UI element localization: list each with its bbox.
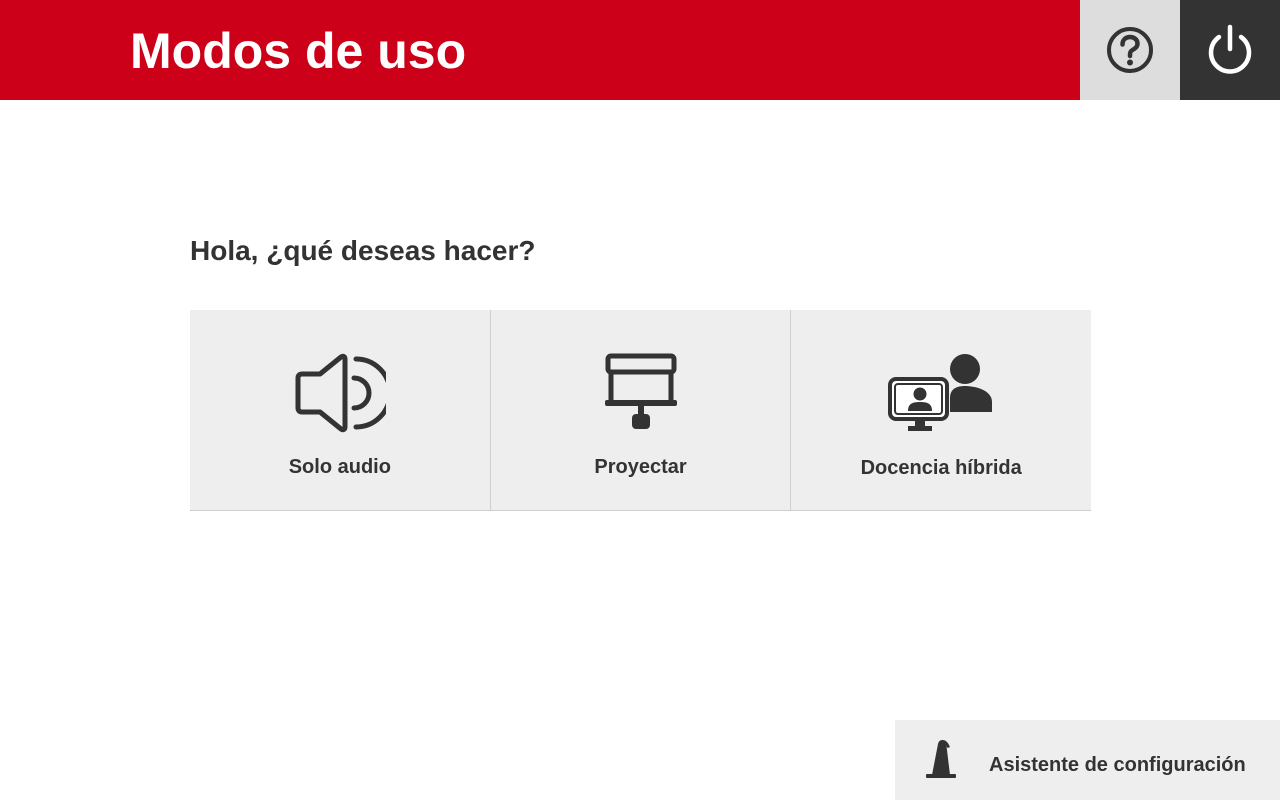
power-icon [1208, 24, 1252, 74]
question-circle-icon [1107, 27, 1153, 73]
wizard-hat-icon [926, 740, 956, 778]
page-title: Modos de uso [130, 23, 467, 79]
speaker-icon [295, 353, 386, 433]
hybrid-teaching-icon [888, 354, 993, 431]
mode-label-solo-audio: Solo audio [288, 456, 391, 478]
mode-label-proyectar: Proyectar [594, 456, 687, 478]
projector-screen-icon [604, 353, 677, 429]
mode-card-proyectar[interactable]: Proyectar [489, 310, 791, 510]
mode-label-docencia-hibrida: Docencia híbrida [860, 457, 1022, 479]
setup-wizard-button[interactable]: Asistente de configuración [895, 720, 1280, 800]
setup-wizard-label: Asistente de configuración [989, 754, 1246, 776]
help-button[interactable] [1080, 0, 1180, 100]
greeting-heading: Hola, ¿qué deseas hacer? [190, 235, 536, 266]
mode-card-docencia-hibrida[interactable]: Docencia híbrida [790, 310, 1092, 510]
mode-card-solo-audio[interactable]: Solo audio [190, 310, 490, 510]
header-bar: Modos de uso [0, 0, 1080, 100]
app-screen: Modos de uso Hola, ¿qué deseas hacer? So… [0, 0, 1280, 800]
power-button[interactable] [1180, 0, 1280, 100]
mode-selector: Solo audio Proyectar Docencia híbrida [190, 310, 1092, 511]
